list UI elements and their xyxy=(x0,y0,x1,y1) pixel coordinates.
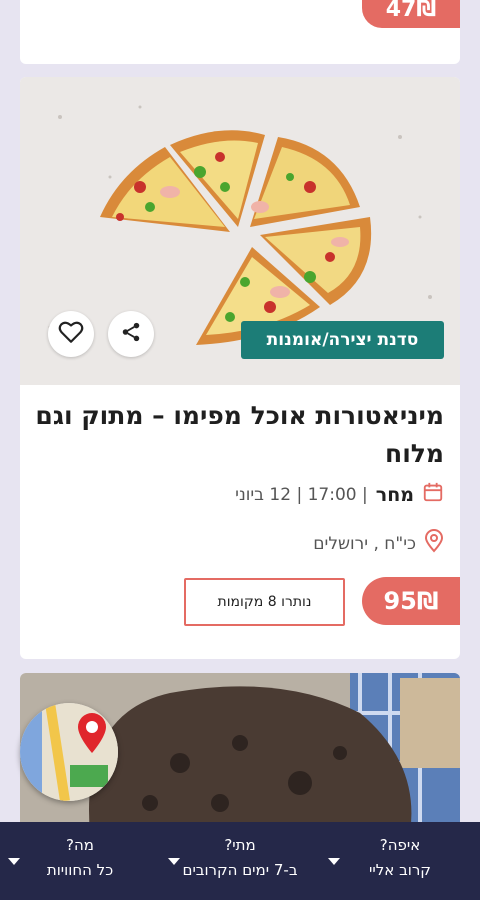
share-icon xyxy=(120,321,142,347)
filter-bar: מה? כל החוויות מתי? ב-7 ימים הקרובים איפ… xyxy=(0,822,480,900)
filter-what-label: מה? xyxy=(66,836,94,854)
filter-when[interactable]: מתי? ב-7 ימים הקרובים xyxy=(160,822,320,900)
share-button[interactable] xyxy=(108,311,154,357)
spots-left-button[interactable]: נותרו 8 מקומות xyxy=(184,578,345,626)
date-row: מחר | 17:00 | 12 ביוני xyxy=(235,481,444,508)
filter-what[interactable]: מה? כל החוויות xyxy=(0,822,160,900)
event-card[interactable]: סדנת יצירה/אומנות מיניאטורות אוכל מפימו … xyxy=(20,77,460,659)
event-card-previous[interactable]: 47₪ xyxy=(20,0,460,64)
event-title[interactable]: מיניאטורות אוכל מפימו – מתוק וגם מלוח xyxy=(34,397,444,473)
date-time: | 17:00 | 12 ביוני xyxy=(235,484,368,505)
chevron-down-icon xyxy=(8,858,20,865)
category-tag[interactable]: סדנת יצירה/אומנות xyxy=(241,321,444,359)
calendar-icon xyxy=(422,481,444,508)
filter-when-value: ב-7 ימים הקרובים xyxy=(182,861,298,879)
heart-icon xyxy=(58,320,84,348)
date-day: מחר xyxy=(375,483,414,506)
filter-what-value: כל החוויות xyxy=(46,861,114,879)
location-text: כי"ח , ירושלים xyxy=(313,533,416,554)
filter-where[interactable]: איפה? קרוב אליי xyxy=(320,822,480,900)
filter-where-label: איפה? xyxy=(379,836,421,854)
location-row: כי"ח , ירושלים xyxy=(313,529,444,558)
price-badge: 47₪ xyxy=(362,0,460,28)
price-badge: 95₪ xyxy=(362,577,460,625)
chevron-down-icon xyxy=(168,858,180,865)
favorite-button[interactable] xyxy=(48,311,94,357)
map-view-button[interactable] xyxy=(20,703,118,801)
filter-where-value: קרוב אליי xyxy=(369,861,431,879)
pin-icon xyxy=(424,529,444,558)
filter-when-label: מתי? xyxy=(224,836,256,854)
map-icon xyxy=(20,703,118,801)
chevron-down-icon xyxy=(328,858,340,865)
